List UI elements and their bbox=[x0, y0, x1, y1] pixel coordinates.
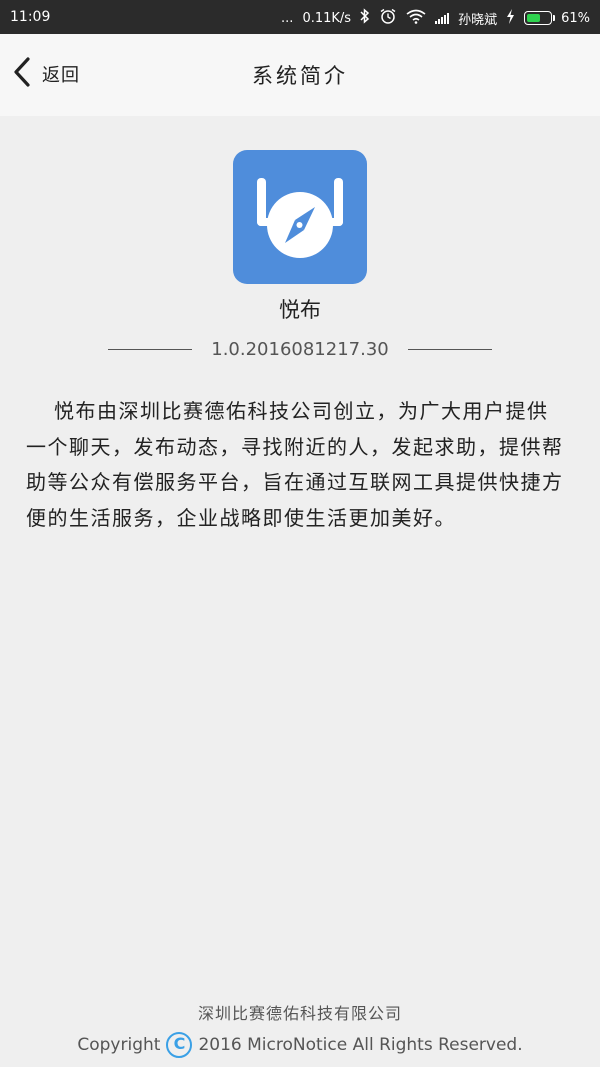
page-title: 系统简介 bbox=[252, 64, 348, 88]
carrier-name: 孙晓斌 bbox=[458, 12, 498, 28]
app-name: 悦布 bbox=[279, 298, 321, 322]
battery-percent: 61% bbox=[561, 10, 590, 26]
status-icons: ... 0.11K/s 孙晓斌 61% bbox=[281, 8, 590, 28]
status-bar: 11:09 ... 0.11K/s 孙晓斌 61% bbox=[0, 0, 600, 34]
divider-right bbox=[408, 348, 492, 350]
signal-icon bbox=[435, 12, 450, 24]
wifi-icon bbox=[406, 9, 426, 28]
copyright-prefix: Copyright bbox=[77, 1035, 161, 1055]
version-row: 1.0.2016081217.30 bbox=[108, 338, 492, 360]
bluetooth-icon bbox=[360, 8, 370, 28]
divider-left bbox=[108, 348, 192, 350]
battery-icon bbox=[524, 11, 556, 25]
version-number: 1.0.2016081217.30 bbox=[211, 338, 389, 360]
status-time: 11:09 bbox=[10, 9, 51, 25]
network-speed: 0.11K/s bbox=[302, 10, 352, 26]
copyright-icon: C bbox=[166, 1032, 193, 1058]
charging-icon bbox=[506, 8, 515, 28]
app-logo bbox=[233, 150, 367, 284]
company-name: 深圳比赛德佑科技有限公司 bbox=[197, 1004, 402, 1023]
alarm-icon bbox=[379, 8, 397, 28]
copyright-text: 2016 MicroNotice All Rights Reserved. bbox=[198, 1035, 523, 1055]
copyright-line: Copyright C 2016 MicroNotice All Rights … bbox=[0, 1032, 600, 1058]
notification-dots: ... bbox=[281, 10, 294, 26]
app-description: 悦布由深圳比赛德佑科技公司创立，为广大用户提供一个聊天，发布动态，寻找附近的人，… bbox=[26, 399, 564, 530]
app-header: 返回 系统简介 bbox=[0, 34, 600, 116]
